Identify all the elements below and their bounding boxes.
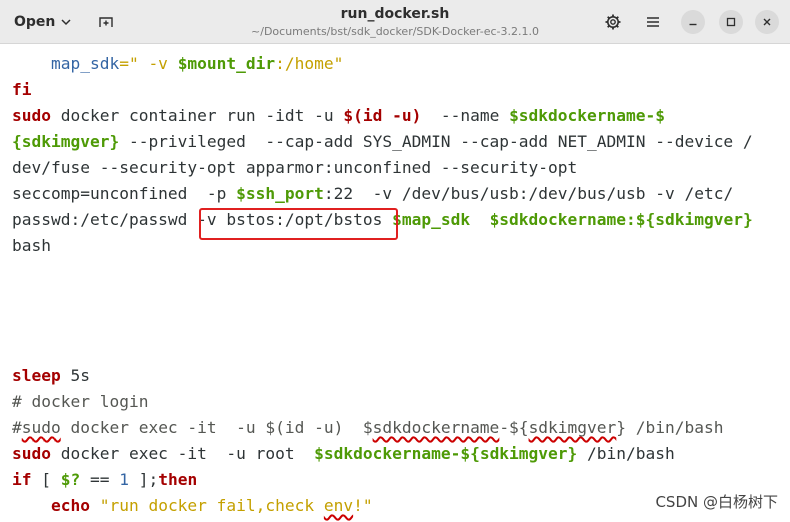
maximize-icon — [726, 17, 736, 27]
code-token: echo — [50, 496, 90, 515]
code-token: sudo — [12, 444, 51, 463]
code-token: bash — [12, 236, 51, 255]
code-token: sudo — [21, 418, 61, 437]
new-tab-icon — [99, 17, 113, 27]
code-token: ]; — [128, 470, 159, 489]
code-line: dev/fuse --security-opt apparmor:unconfi… — [12, 155, 577, 181]
close-button[interactable] — [755, 10, 779, 34]
window-title-area: run_docker.sh ~/Documents/bst/sdk_docker… — [200, 5, 590, 39]
code-token: map_sdk — [12, 54, 120, 73]
maximize-button[interactable] — [719, 10, 743, 34]
code-token: env — [323, 496, 354, 515]
code-token: docker container run -idt -u — [50, 106, 344, 125]
code-line: if [ $? == 1 ];then — [12, 467, 197, 493]
code-token: -${ — [499, 418, 529, 437]
code-token: $sdkdockername — [509, 106, 646, 125]
code-token: if — [12, 470, 32, 489]
code-token: $? — [60, 470, 81, 489]
code-token: $mount_dir — [177, 54, 276, 73]
code-line: sudo docker container run -idt -u $(id -… — [12, 103, 665, 129]
code-token: docker exec -it -u root — [50, 444, 315, 463]
code-line: echo "run docker fail,check env!" — [12, 493, 373, 519]
code-token: fi — [12, 80, 32, 99]
code-token: ${sdkimgver} — [635, 210, 753, 229]
code-token: } /bin/bash — [616, 418, 724, 437]
code-line: sleep 5s — [12, 363, 90, 389]
code-line: sudo docker exec -it -u root $sdkdockern… — [12, 441, 675, 467]
code-token: docker exec -it -u $(id -u) $ — [60, 418, 373, 437]
code-token: --privileged --cap-add SYS_ADMIN --cap-a… — [119, 132, 753, 151]
code-line: map_sdk=" -v $mount_dir:/home" — [12, 51, 343, 77]
code-token: $ssh_port — [236, 184, 324, 203]
code-line: bash — [12, 233, 51, 259]
code-token: $( — [343, 106, 363, 125]
code-token: sleep — [12, 366, 61, 385]
close-icon — [763, 18, 771, 26]
code-token: {sdkimgver} — [12, 132, 120, 151]
code-token: :/home" — [275, 54, 344, 73]
minimize-button[interactable] — [681, 10, 705, 34]
hamburger-menu-icon — [647, 17, 659, 27]
watermark: CSDN @白杨树下 — [655, 491, 778, 512]
code-token: passwd:/etc/passwd — [12, 210, 198, 229]
code-token: then — [158, 470, 198, 489]
code-token: # docker login — [12, 392, 149, 411]
file-path: ~/Documents/bst/sdk_docker/SDK-Docker-ec… — [251, 25, 539, 38]
code-token: 5s — [60, 366, 90, 385]
new-tab-button[interactable] — [92, 8, 120, 36]
code-token: # — [12, 418, 22, 437]
code-line: # docker login — [12, 389, 148, 415]
open-button[interactable]: Open — [6, 8, 79, 36]
code-line: {sdkimgver} --privileged --cap-add SYS_A… — [12, 129, 753, 155]
code-editor[interactable]: map_sdk=" -v $mount_dir:/home" fi sudo doc… — [0, 45, 790, 522]
code-token: sdkimgver — [528, 418, 617, 437]
gear-icon — [605, 14, 621, 30]
code-token: dev/fuse --security-opt apparmor:unconfi… — [12, 158, 578, 177]
chevron-down-icon — [61, 19, 71, 26]
code-token: --name — [421, 106, 510, 125]
code-line: passwd:/etc/passwd -v bstos:/opt/bstos $… — [12, 207, 753, 233]
main-menu-button[interactable] — [639, 8, 667, 36]
open-button-label: Open — [14, 14, 56, 30]
code-token: $sdkdockername — [489, 210, 627, 229]
code-token: seccomp=unconfined -p — [12, 184, 237, 203]
code-token: "run docker fail,check — [99, 496, 324, 515]
code-line: #sudo docker exec -it -u $(id -u) $sdkdo… — [12, 415, 723, 441]
code-token: 1 — [119, 470, 129, 489]
code-token: [ — [31, 470, 61, 489]
code-token: =" -v — [119, 54, 178, 73]
code-token: sudo — [12, 106, 51, 125]
code-line: seccomp=unconfined -p $ssh_port:22 -v /d… — [12, 181, 733, 207]
code-token: sdkdockername — [372, 418, 500, 437]
window-title: run_docker.sh — [340, 6, 450, 22]
code-token: ) — [411, 106, 422, 125]
settings-button[interactable] — [599, 8, 627, 36]
code-line: fi — [12, 77, 32, 103]
header-bar: Open run_docker.sh ~/Documents/bst/sdk_d… — [0, 0, 790, 44]
code-token: $ — [655, 106, 666, 125]
code-token: /bin/bash — [577, 444, 675, 463]
code-token: == — [80, 470, 120, 489]
minimize-icon — [689, 23, 697, 26]
code-token: $sdkdockername — [314, 444, 451, 463]
code-token: - — [645, 106, 656, 125]
code-token: !" — [353, 496, 373, 515]
code-token: -v bstos:/opt/bstos — [197, 210, 393, 229]
code-token: id -u — [362, 106, 412, 125]
code-token: $map_sdk — [392, 210, 471, 229]
code-token: :22 -v /dev/bus/usb:/dev/bus/usb -v /etc… — [323, 184, 734, 203]
code-token: : — [626, 210, 636, 229]
code-token: - — [450, 444, 461, 463]
code-token: ${sdkimgver} — [460, 444, 578, 463]
